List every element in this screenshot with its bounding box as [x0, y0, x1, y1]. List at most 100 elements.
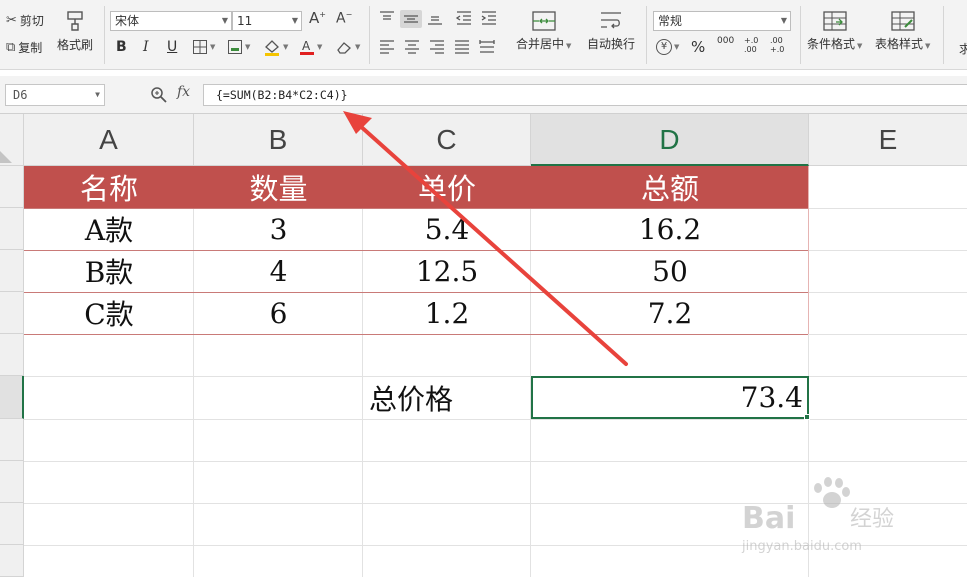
fill-handle[interactable]	[804, 414, 810, 420]
row-header[interactable]	[0, 334, 24, 376]
paint-bucket-icon	[265, 40, 279, 56]
scissors-icon: ✂	[6, 13, 17, 28]
zoom-icon[interactable]	[150, 86, 168, 104]
number-format-select[interactable]: 常规 ▼	[653, 11, 791, 31]
format-painter-icon	[67, 11, 83, 31]
table-cell[interactable]: B款	[24, 250, 194, 292]
row-header[interactable]	[0, 419, 24, 461]
gridline	[809, 208, 967, 209]
table-cell[interactable]: 4	[194, 250, 363, 292]
table-cell[interactable]: 6	[194, 292, 363, 334]
row-header[interactable]	[0, 208, 24, 250]
chevron-down-icon: ▼	[317, 43, 323, 51]
bold-button[interactable]: B	[116, 39, 127, 55]
justify-icon	[455, 40, 469, 54]
table-cell[interactable]: 5.4	[363, 208, 531, 250]
eraser-icon	[337, 42, 351, 54]
chevron-down-icon: ▼	[245, 43, 251, 51]
decrease-indent-button[interactable]	[455, 10, 473, 26]
row-header[interactable]	[0, 250, 24, 292]
font-name-select[interactable]: 宋体 ▼	[110, 11, 232, 31]
currency-button[interactable]: ¥ ▼	[656, 39, 679, 55]
row-header[interactable]	[0, 545, 24, 577]
clear-format-button[interactable]: ▼	[335, 39, 360, 55]
align-bottom-button[interactable]	[426, 10, 444, 26]
align-right-button[interactable]	[428, 39, 446, 55]
table-header-cell[interactable]: 名称	[24, 166, 194, 208]
decrease-decimal-button[interactable]: .00 +.0	[770, 36, 784, 54]
table-header-cell[interactable]: 单价	[363, 166, 531, 208]
row-header[interactable]	[0, 461, 24, 503]
row-header[interactable]	[0, 292, 24, 334]
table-header-cell[interactable]: 数量	[194, 166, 363, 208]
row-header[interactable]	[0, 166, 24, 208]
name-box[interactable]: D6 ▼	[5, 84, 105, 106]
sum-button[interactable]: 求	[959, 40, 967, 57]
table-cell[interactable]: C款	[24, 292, 194, 334]
chevron-down-icon: ▼	[221, 16, 228, 25]
wrap-text-button[interactable]: 自动换行	[587, 10, 635, 52]
divider	[800, 6, 801, 64]
fill-color-button[interactable]: ▼	[263, 38, 288, 56]
table-cell[interactable]: 3	[194, 208, 363, 250]
align-middle-button[interactable]	[400, 10, 422, 28]
align-bottom-icon	[428, 16, 442, 25]
row-header[interactable]	[0, 376, 24, 419]
align-left-button[interactable]	[378, 39, 396, 55]
copy-button[interactable]: ⧉ 复制	[6, 39, 42, 56]
column-header-d[interactable]: D	[531, 114, 809, 166]
chevron-down-icon: ▼	[283, 43, 289, 51]
currency-yen-icon: ¥	[656, 39, 672, 55]
column-header-c[interactable]: C	[363, 114, 531, 166]
chevron-down-icon: ▼	[291, 16, 298, 25]
table-header-cell[interactable]: 总额	[531, 166, 809, 208]
table-cell[interactable]: 50	[531, 250, 809, 292]
italic-button[interactable]: I	[143, 39, 149, 55]
row-header[interactable]	[0, 503, 24, 545]
table-style-button[interactable]: 表格样式 ▼	[875, 10, 930, 52]
font-color-button[interactable]: A ▼	[299, 38, 322, 56]
increase-font-button[interactable]: A+	[309, 11, 326, 26]
watermark-url: jingyan.baidu.com	[741, 539, 862, 554]
percent-button[interactable]: %	[691, 38, 705, 56]
conditional-format-button[interactable]: 条件格式 ▼	[807, 10, 862, 52]
format-painter-button[interactable]: 格式刷	[57, 10, 93, 53]
cell-style-button[interactable]: ▼	[227, 39, 250, 55]
total-label-cell[interactable]: 总价格	[363, 376, 531, 419]
font-shrink-icon: A−	[336, 10, 353, 27]
table-cell[interactable]: 12.5	[363, 250, 531, 292]
table-cell[interactable]: 7.2	[531, 292, 809, 334]
distributed-align-button[interactable]	[478, 39, 496, 55]
font-color-icon: A	[300, 39, 314, 55]
merge-center-button[interactable]: 合并居中 ▼	[516, 10, 571, 52]
align-center-icon	[405, 40, 419, 54]
font-size-select[interactable]: 11 ▼	[232, 11, 302, 31]
cut-button[interactable]: ✂ 剪切	[6, 12, 44, 29]
decrease-font-button[interactable]: A−	[336, 11, 352, 26]
table-cell[interactable]: 16.2	[531, 208, 809, 250]
formula-input[interactable]: {=SUM(B2:B4*C2:C4)}	[203, 84, 967, 106]
column-header-e[interactable]: E	[809, 114, 967, 166]
table-style-icon	[891, 11, 915, 31]
column-header-b[interactable]: B	[194, 114, 363, 166]
justify-button[interactable]	[453, 39, 471, 55]
align-center-button[interactable]	[403, 39, 421, 55]
insert-function-button[interactable]: fx	[177, 84, 190, 100]
baidu-watermark: Bai 经验 jingyan.baidu.com	[741, 477, 894, 554]
table-cell[interactable]: A款	[24, 208, 194, 250]
gridline	[809, 292, 967, 293]
table-cell[interactable]: 1.2	[363, 292, 531, 334]
thousands-button[interactable]: 000	[717, 36, 734, 46]
merge-cells-icon	[532, 11, 556, 31]
underline-button[interactable]: U	[167, 39, 177, 55]
divider	[104, 6, 105, 64]
chevron-down-icon: ▼	[566, 42, 572, 50]
align-top-button[interactable]	[378, 10, 396, 26]
table-border	[808, 166, 809, 334]
column-header-a[interactable]: A	[24, 114, 194, 166]
border-button[interactable]: ▼	[192, 39, 215, 55]
increase-decimal-button[interactable]: +.0 .00	[744, 36, 758, 54]
increase-indent-button[interactable]	[480, 10, 498, 26]
select-all-corner[interactable]	[0, 114, 24, 166]
divider	[943, 6, 944, 64]
